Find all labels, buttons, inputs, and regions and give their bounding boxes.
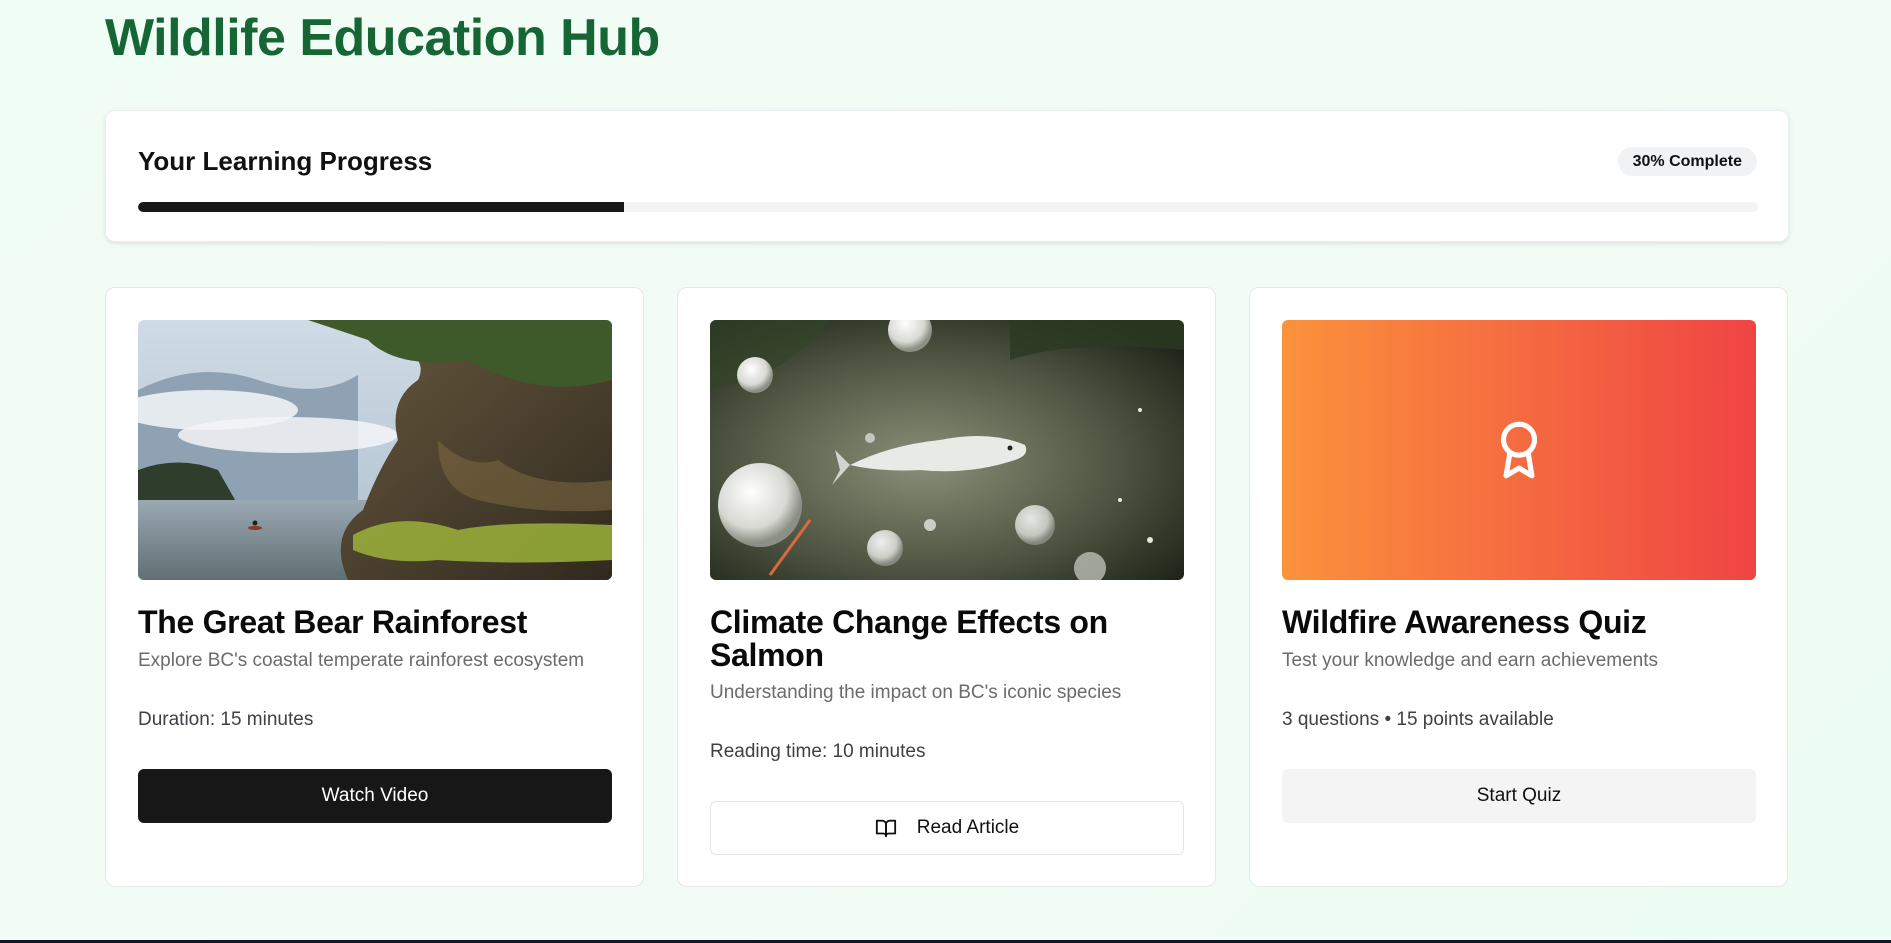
card-description: Test your knowledge and earn achievement… — [1282, 650, 1659, 671]
card-duration: Duration: 15 minutes — [138, 709, 314, 730]
progress-badge: 30% Complete — [1617, 147, 1757, 176]
card-wildfire-quiz: Wildfire Awareness Quiz Test your knowle… — [1249, 287, 1788, 887]
card-quiz-info: 3 questions • 15 points available — [1282, 709, 1554, 730]
start-quiz-button[interactable]: Start Quiz — [1282, 769, 1756, 823]
rainforest-coast-photo — [138, 320, 612, 580]
card-reading-time: Reading time: 10 minutes — [710, 741, 926, 762]
watch-video-button[interactable]: Watch Video — [138, 769, 612, 823]
quiz-banner — [1282, 320, 1756, 580]
card-great-bear-rainforest: The Great Bear Rainforest Explore BC's c… — [105, 287, 644, 887]
progress-heading: Your Learning Progress — [138, 146, 433, 176]
card-title: Wildfire Awareness Quiz — [1282, 604, 1647, 640]
progress-bar-fill — [138, 202, 624, 212]
card-title: The Great Bear Rainforest — [138, 604, 528, 640]
card-title: Climate Change Effects on Salmon — [710, 604, 1108, 673]
progress-bar — [138, 202, 1758, 212]
salmon-in-water-photo — [710, 320, 1184, 580]
read-article-button[interactable]: Read Article — [710, 801, 1184, 855]
card-description: Explore BC's coastal temperate rainfores… — [138, 650, 585, 671]
learning-progress-card: Your Learning Progress 30% Complete — [105, 110, 1789, 242]
card-description: Understanding the impact on BC's iconic … — [710, 682, 1122, 703]
read-article-label: Read Article — [916, 817, 1020, 838]
page-title: Wildlife Education Hub — [105, 9, 660, 67]
book-open-icon — [875, 817, 897, 839]
card-climate-change-salmon: Climate Change Effects on Salmon Underst… — [677, 287, 1216, 887]
award-icon — [1500, 421, 1538, 479]
